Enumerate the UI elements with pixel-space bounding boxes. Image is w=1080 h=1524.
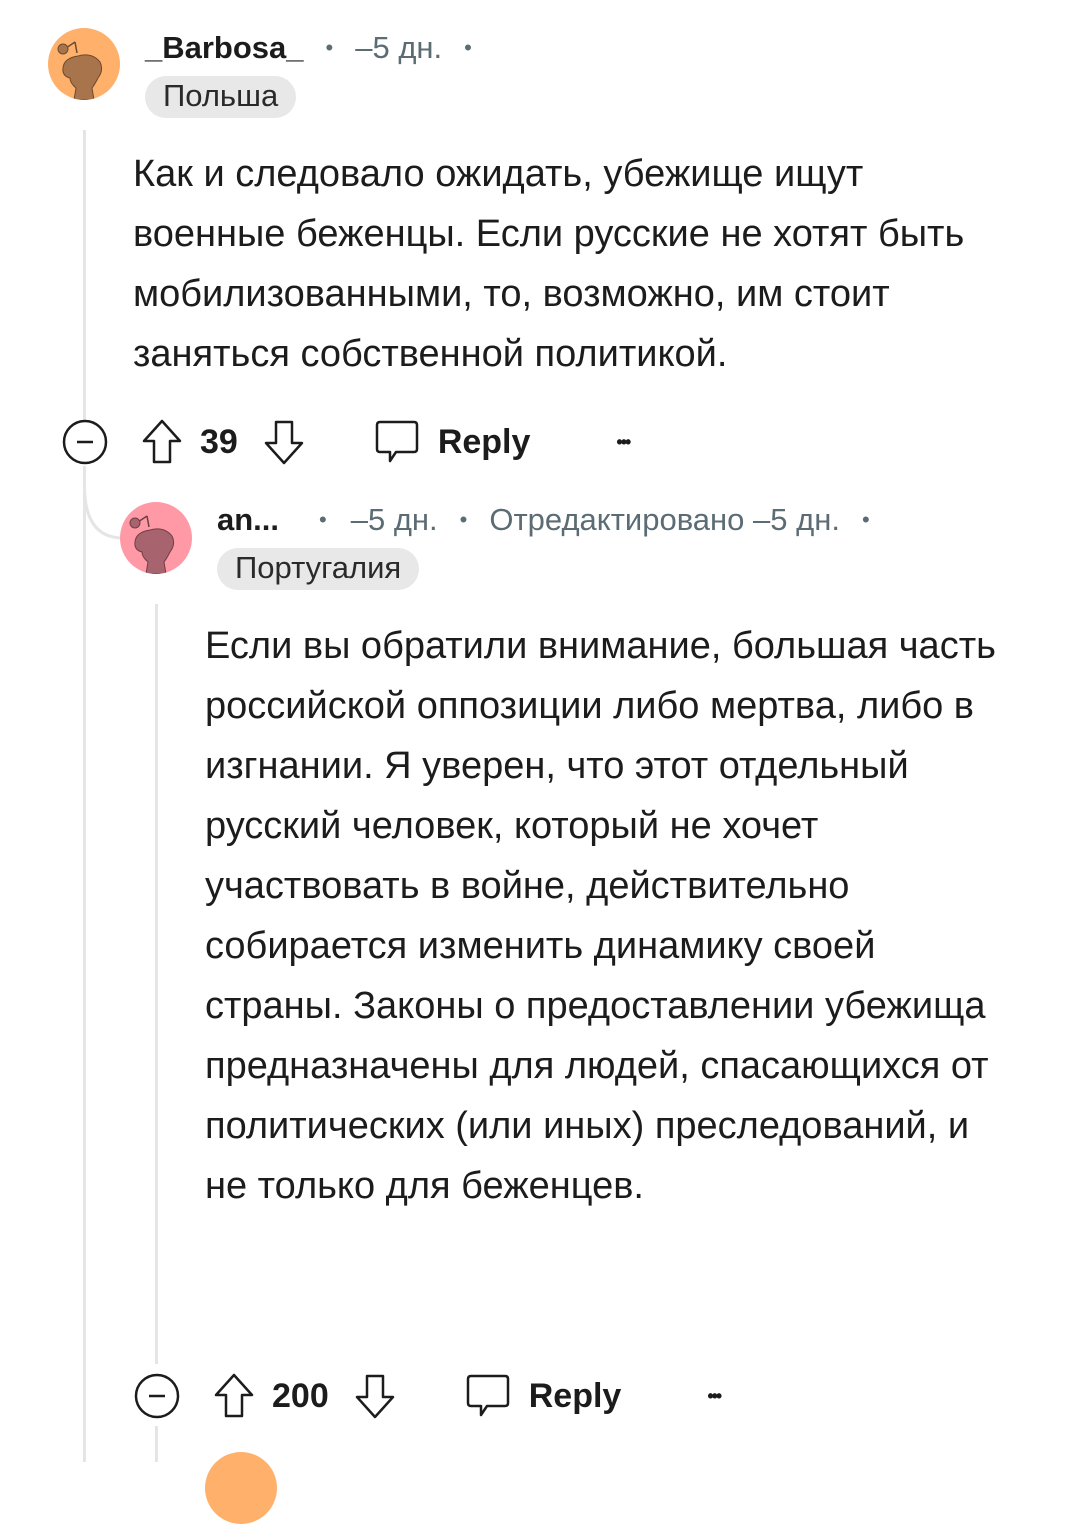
- upvote-arrow-icon: [214, 1373, 254, 1418]
- reply-button[interactable]: Reply: [374, 419, 531, 465]
- downvote-button[interactable]: [353, 1372, 397, 1420]
- comment-body: Как и следовало ожидать, убежище ищут во…: [133, 144, 993, 384]
- avatar[interactable]: [120, 502, 192, 574]
- downvote-arrow-icon: [264, 420, 304, 465]
- edited-label: Отредактировано –5 дн.: [489, 502, 840, 537]
- upvote-button[interactable]: [140, 418, 184, 466]
- comment-actions: 200 Reply •••: [132, 1366, 722, 1426]
- comment-body: Если вы обратили внимание, большая часть…: [205, 616, 1005, 1216]
- collapse-button[interactable]: [132, 1372, 182, 1420]
- comment-meta: an... • –5 дн. • Отредактировано –5 дн. …: [217, 500, 892, 540]
- separator-dot: •: [319, 507, 327, 532]
- reddit-snoo-icon: [57, 41, 103, 100]
- separator-dot: •: [464, 35, 472, 60]
- avatar[interactable]: [48, 28, 120, 100]
- upvote-arrow-icon: [142, 419, 182, 464]
- collapse-button[interactable]: [60, 418, 110, 466]
- upvote-button[interactable]: [212, 1372, 256, 1420]
- downvote-button[interactable]: [262, 418, 306, 466]
- speech-bubble-icon: [466, 1374, 509, 1417]
- user-flair: Польша: [145, 76, 297, 118]
- vote-score: 200: [272, 1376, 329, 1415]
- comment-text: Как и следовало ожидать, убежище ищут во…: [133, 153, 965, 375]
- separator-dot: •: [459, 507, 468, 532]
- collapse-minus-icon: [134, 1373, 180, 1419]
- downvote-arrow-icon: [355, 1374, 394, 1419]
- username[interactable]: _Barbosa_: [145, 30, 304, 66]
- reply-label: Reply: [528, 1376, 622, 1415]
- separator-dot: •: [861, 507, 870, 532]
- collapse-minus-icon: [62, 419, 108, 465]
- comment-text: Если вы обратили внимание, большая часть…: [205, 625, 996, 1207]
- speech-bubble-icon: [375, 420, 419, 463]
- timestamp: –5 дн.: [350, 502, 438, 537]
- more-options-button[interactable]: •••: [707, 1386, 722, 1407]
- more-options-button[interactable]: •••: [616, 432, 631, 453]
- timestamp: –5 дн.: [355, 30, 443, 65]
- thread-line-reply[interactable]: [155, 604, 158, 1364]
- thread-connector: [83, 466, 124, 540]
- thread-line-reply-lower[interactable]: [155, 1426, 158, 1462]
- vote-score: 39: [200, 422, 238, 461]
- username[interactable]: an...: [217, 502, 279, 538]
- thread-line-root-lower[interactable]: [83, 468, 86, 1462]
- reply-label: Reply: [437, 422, 531, 461]
- next-comment-avatar[interactable]: [205, 1452, 277, 1524]
- comment-meta: _Barbosa_ • –5 дн. •: [145, 28, 494, 68]
- user-flair: Португалия: [217, 548, 420, 590]
- comment-actions: 39 Reply •••: [60, 412, 631, 472]
- reddit-snoo-icon: [129, 515, 175, 574]
- separator-dot: •: [325, 35, 334, 60]
- thread-line-root[interactable]: [83, 130, 86, 420]
- reply-button[interactable]: Reply: [465, 1373, 622, 1419]
